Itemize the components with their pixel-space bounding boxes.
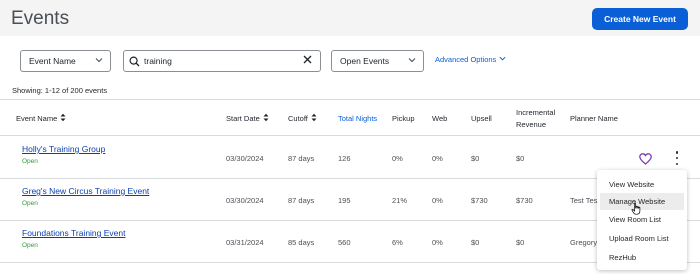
event-link[interactable]: Foundations Training Event <box>22 228 125 238</box>
pickup-cell: 6% <box>392 237 403 247</box>
planner-cell: Gregory <box>570 237 598 247</box>
incremental-revenue-cell: $730 <box>516 195 533 205</box>
event-link[interactable]: Greg's New Circus Training Event <box>22 186 149 196</box>
page-title: Events <box>11 8 70 29</box>
column-pickup[interactable]: Pickup <box>392 100 415 137</box>
sort-icon <box>311 113 317 124</box>
cutoff-cell: 85 days <box>288 237 315 247</box>
kebab-icon[interactable] <box>674 151 680 165</box>
advanced-options-link[interactable]: Advanced Options <box>435 55 506 64</box>
create-new-event-button[interactable]: Create New Event <box>592 8 688 30</box>
table-row: Greg's New Circus Training Event Open 03… <box>0 179 700 221</box>
web-cell: 0% <box>432 153 443 163</box>
menu-item-view-website[interactable]: View Website <box>600 176 684 193</box>
field-select-value: Event Name <box>29 56 76 66</box>
events-panel: Event Name Open Events Advanced Options … <box>0 36 700 274</box>
results-count: Showing: 1-12 of 200 events <box>12 86 108 95</box>
upsell-cell: $730 <box>471 195 488 205</box>
event-name-cell: Holly's Training Group Open <box>22 144 105 165</box>
planner-cell: Test Tes <box>570 195 598 205</box>
cutoff-cell: 87 days <box>288 153 315 163</box>
menu-item-rezhub[interactable]: RezHub <box>600 249 684 266</box>
cutoff-cell: 87 days <box>288 195 315 205</box>
start-date-cell: 03/31/2024 <box>226 237 264 247</box>
sort-icon <box>263 113 269 124</box>
upsell-cell: $0 <box>471 153 480 163</box>
chevron-down-icon <box>95 56 103 66</box>
column-planner-name[interactable]: Planner Name <box>570 100 618 137</box>
advanced-options-label: Advanced Options <box>435 55 497 64</box>
column-total-nights[interactable]: Total Nights <box>338 100 377 137</box>
chevron-down-icon <box>408 56 416 66</box>
start-date-cell: 03/30/2024 <box>226 153 264 163</box>
total-nights-cell: 195 <box>338 195 351 205</box>
search-icon <box>124 55 144 67</box>
search-input[interactable] <box>144 56 294 66</box>
incremental-revenue-cell: $0 <box>516 237 525 247</box>
hand-cursor-icon <box>631 202 642 220</box>
table-row: Holly's Training Group Open 03/30/2024 8… <box>0 137 700 179</box>
column-incremental-revenue[interactable]: Incremental Revenue <box>516 100 555 137</box>
total-nights-cell: 560 <box>338 237 351 247</box>
web-cell: 0% <box>432 237 443 247</box>
pickup-cell: 21% <box>392 195 408 205</box>
incremental-revenue-cell: $0 <box>516 153 525 163</box>
close-icon[interactable] <box>303 55 312 67</box>
web-cell: 0% <box>432 195 443 205</box>
chevron-down-icon <box>499 55 506 64</box>
column-web[interactable]: Web <box>432 100 447 137</box>
status-label: Open <box>22 200 38 207</box>
menu-item-manage-website[interactable]: Manage Website <box>600 193 684 210</box>
menu-item-upload-room-list[interactable]: Upload Room List <box>600 230 684 247</box>
event-name-cell: Greg's New Circus Training Event Open <box>22 186 149 207</box>
heart-icon[interactable] <box>639 152 652 170</box>
status-label: Open <box>22 242 38 249</box>
column-upsell[interactable]: Upsell <box>471 100 492 137</box>
status-select[interactable]: Open Events <box>331 50 424 72</box>
sort-icon <box>60 113 66 124</box>
start-date-cell: 03/30/2024 <box>226 195 264 205</box>
upsell-cell: $0 <box>471 237 480 247</box>
event-link[interactable]: Holly's Training Group <box>22 144 105 154</box>
table-row: Foundations Training Event Open 03/31/20… <box>0 221 700 263</box>
total-nights-cell: 126 <box>338 153 351 163</box>
status-select-value: Open Events <box>340 56 390 66</box>
event-name-cell: Foundations Training Event Open <box>22 228 125 249</box>
row-actions-menu: View Website Manage Website View Room Li… <box>597 170 687 270</box>
column-start-date[interactable]: Start Date <box>226 100 269 137</box>
column-event-name[interactable]: Event Name <box>16 100 66 137</box>
search-box[interactable] <box>123 50 321 72</box>
table-header: Event Name Start Date Cutoff Total Night… <box>0 99 700 136</box>
menu-item-view-room-list[interactable]: View Room List <box>600 211 684 228</box>
column-cutoff[interactable]: Cutoff <box>288 100 317 137</box>
pickup-cell: 0% <box>392 153 403 163</box>
field-select[interactable]: Event Name <box>20 50 111 72</box>
status-label: Open <box>22 158 38 165</box>
